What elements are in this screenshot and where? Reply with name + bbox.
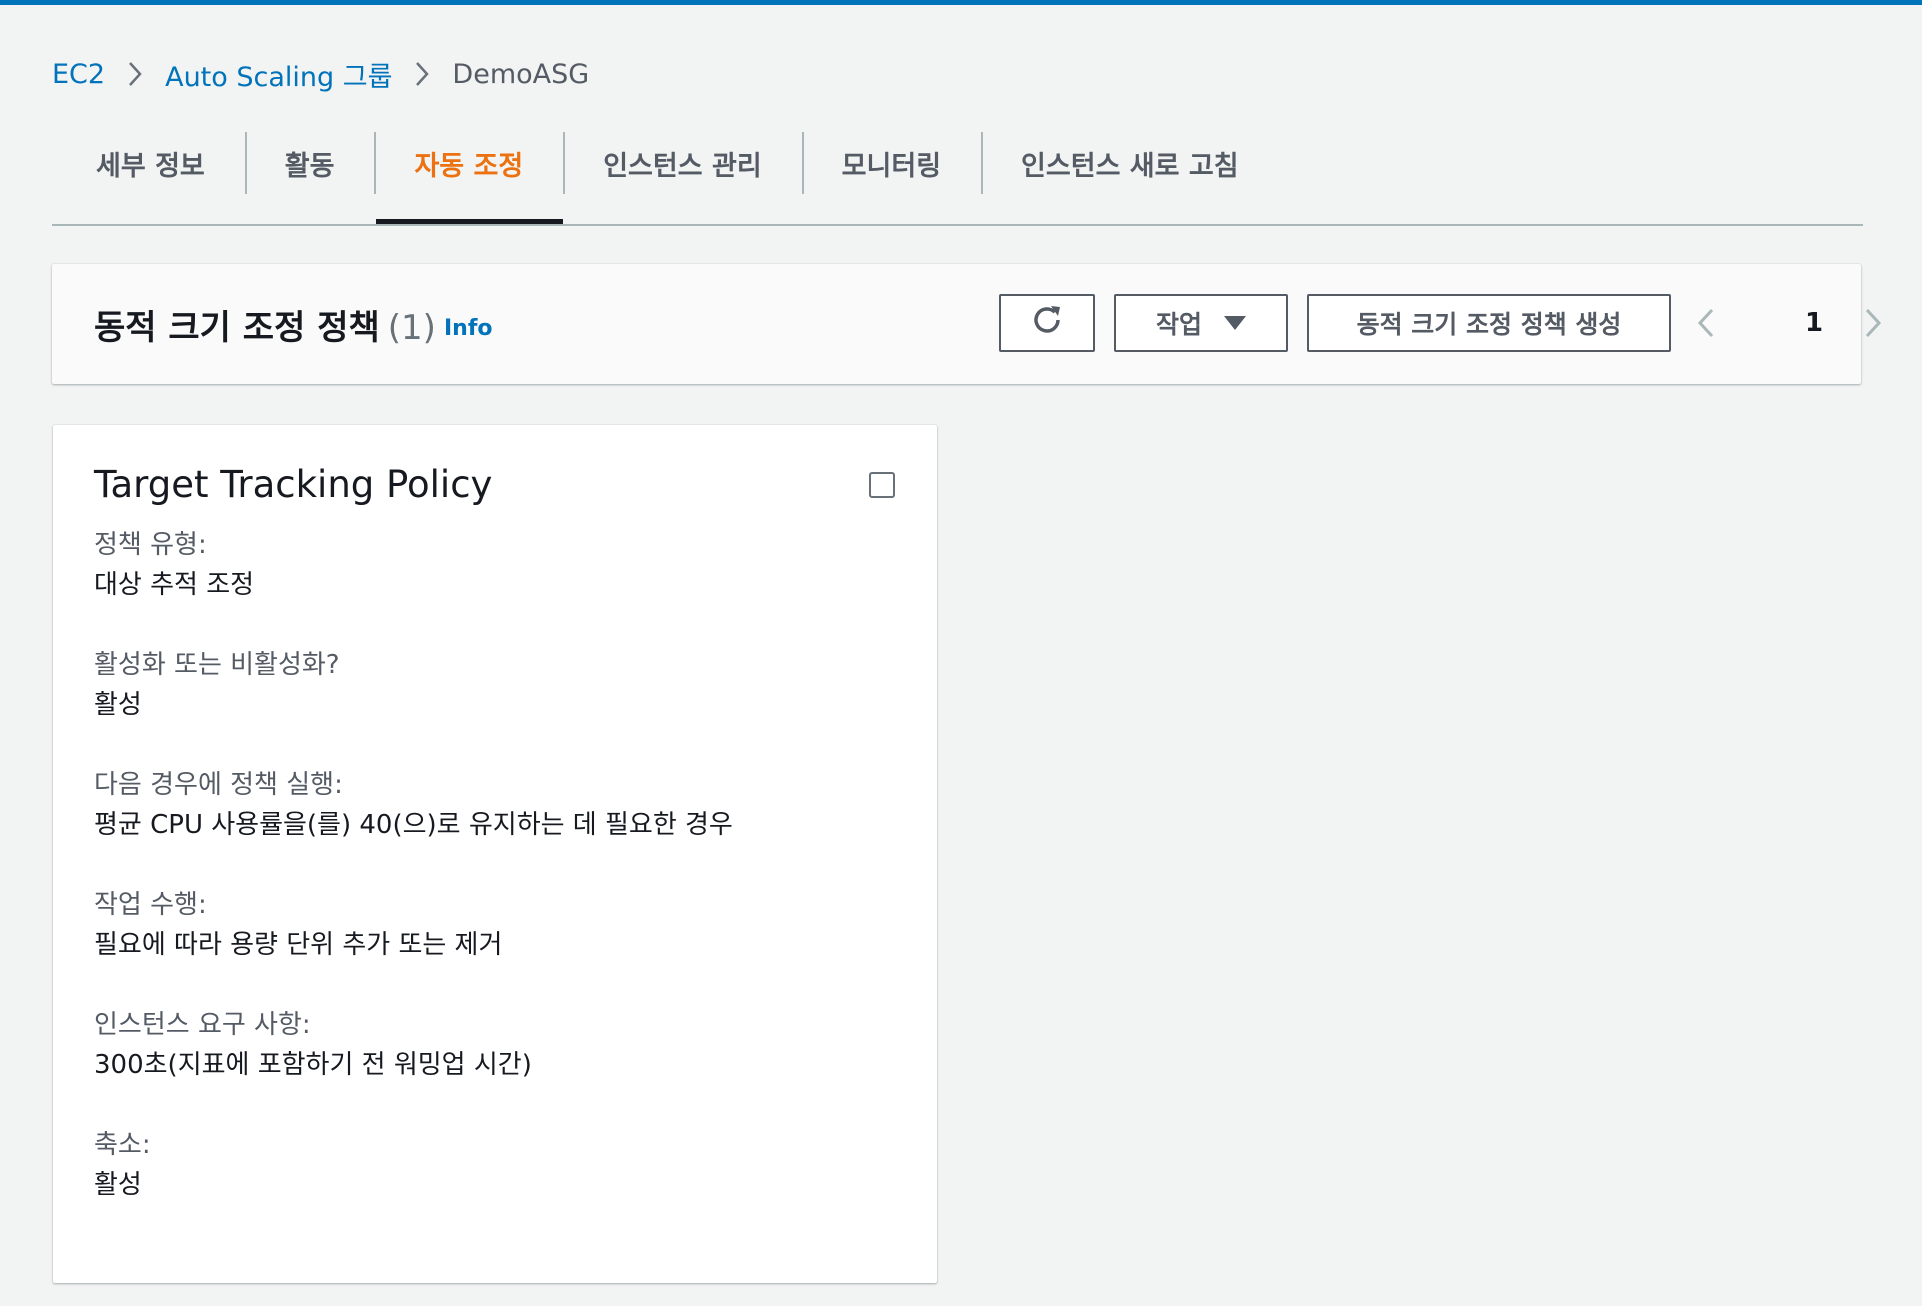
breadcrumb-ec2-link[interactable]: EC2 bbox=[52, 59, 105, 90]
policy-card: Target Tracking Policy 정책 유형: 대상 추적 조정 활… bbox=[53, 425, 937, 1283]
field-value: 필요에 따라 용량 단위 추가 또는 제거 bbox=[94, 930, 503, 960]
chevron-left-icon[interactable] bbox=[1686, 294, 1726, 352]
field-enabled: 활성화 또는 비활성화? 활성 bbox=[94, 645, 914, 765]
tab-instance-refresh[interactable]: 인스턴스 새로 고침 bbox=[981, 130, 1279, 222]
pagination-current-page[interactable]: 1 bbox=[1786, 294, 1842, 352]
field-label: 활성화 또는 비활성화? bbox=[94, 650, 340, 680]
field-value: 활성 bbox=[94, 1170, 142, 1200]
field-value: 평균 CPU 사용률을(를) 40(으)로 유지하는 데 필요한 경우 bbox=[94, 810, 733, 840]
panel-title-text: 동적 크기 조정 정책 bbox=[94, 308, 380, 348]
field-policy-type: 정책 유형: 대상 추적 조정 bbox=[94, 525, 914, 645]
breadcrumb-current-demoasg: DemoASG bbox=[452, 58, 590, 90]
tab-monitoring[interactable]: 모니터링 bbox=[801, 130, 981, 222]
actions-label: 작업 bbox=[1155, 310, 1202, 339]
field-scale-in: 축소: 활성 bbox=[94, 1125, 914, 1245]
field-value: 활성 bbox=[94, 690, 142, 720]
tab-label: 인스턴스 새로 고침 bbox=[1021, 151, 1239, 182]
field-label: 작업 수행: bbox=[94, 890, 207, 920]
tab-label: 모니터링 bbox=[841, 151, 942, 182]
tab-details[interactable]: 세부 정보 bbox=[52, 130, 245, 222]
chevron-right-icon bbox=[392, 52, 452, 96]
policy-fields: 정책 유형: 대상 추적 조정 활성화 또는 비활성화? 활성 다음 경우에 정… bbox=[94, 525, 914, 1245]
tab-label: 세부 정보 bbox=[96, 151, 205, 182]
policy-select-checkbox[interactable] bbox=[869, 472, 895, 498]
policy-count: (1) bbox=[387, 308, 436, 348]
caret-down-icon bbox=[1224, 316, 1246, 330]
field-label: 다음 경우에 정책 실행: bbox=[94, 770, 343, 800]
field-label: 축소: bbox=[94, 1130, 151, 1160]
tab-label: 자동 조정 bbox=[414, 151, 524, 182]
top-accent-bar bbox=[0, 0, 1922, 5]
dynamic-scaling-policies-header: 동적 크기 조정 정책 (1) Info 작업 동적 크기 조정 정책 생성 1 bbox=[52, 264, 1882, 384]
info-link[interactable]: Info bbox=[444, 316, 493, 341]
field-label: 정책 유형: bbox=[94, 530, 207, 560]
panel-title: 동적 크기 조정 정책 (1) bbox=[94, 300, 436, 349]
tab-bar: 세부 정보 활동 자동 조정 인스턴스 관리 모니터링 인스턴스 새로 고침 bbox=[52, 130, 1863, 226]
field-label: 인스턴스 요구 사항: bbox=[94, 1010, 311, 1040]
field-instance-requirements: 인스턴스 요구 사항: 300초(지표에 포함하기 전 워밍업 시간) bbox=[94, 1005, 914, 1125]
breadcrumb-auto-scaling-groups-link[interactable]: Auto Scaling 그룹 bbox=[165, 55, 392, 94]
tab-automatic-scaling[interactable]: 자동 조정 bbox=[374, 130, 563, 224]
tab-label: 인스턴스 관리 bbox=[603, 151, 762, 182]
refresh-button[interactable] bbox=[999, 294, 1095, 352]
field-value: 대상 추적 조정 bbox=[94, 570, 255, 600]
chevron-right-icon[interactable] bbox=[1853, 294, 1893, 352]
tab-activity[interactable]: 활동 bbox=[244, 130, 375, 222]
field-value: 300초(지표에 포함하기 전 워밍업 시간) bbox=[94, 1050, 532, 1080]
chevron-right-icon bbox=[105, 52, 165, 96]
policy-name: Target Tracking Policy bbox=[94, 463, 493, 506]
create-dynamic-scaling-policy-button[interactable]: 동적 크기 조정 정책 생성 bbox=[1307, 294, 1671, 352]
field-take-action: 작업 수행: 필요에 따라 용량 단위 추가 또는 제거 bbox=[94, 885, 914, 1005]
actions-dropdown-button[interactable]: 작업 bbox=[1114, 294, 1288, 352]
tab-instance-management[interactable]: 인스턴스 관리 bbox=[563, 130, 801, 222]
field-execute-policy-when: 다음 경우에 정책 실행: 평균 CPU 사용률을(를) 40(으)로 유지하는… bbox=[94, 765, 914, 885]
create-button-label: 동적 크기 조정 정책 생성 bbox=[1356, 310, 1622, 339]
refresh-icon bbox=[1029, 302, 1065, 344]
tab-label: 활동 bbox=[284, 151, 335, 182]
breadcrumb: EC2 Auto Scaling 그룹 DemoASG bbox=[52, 52, 589, 96]
